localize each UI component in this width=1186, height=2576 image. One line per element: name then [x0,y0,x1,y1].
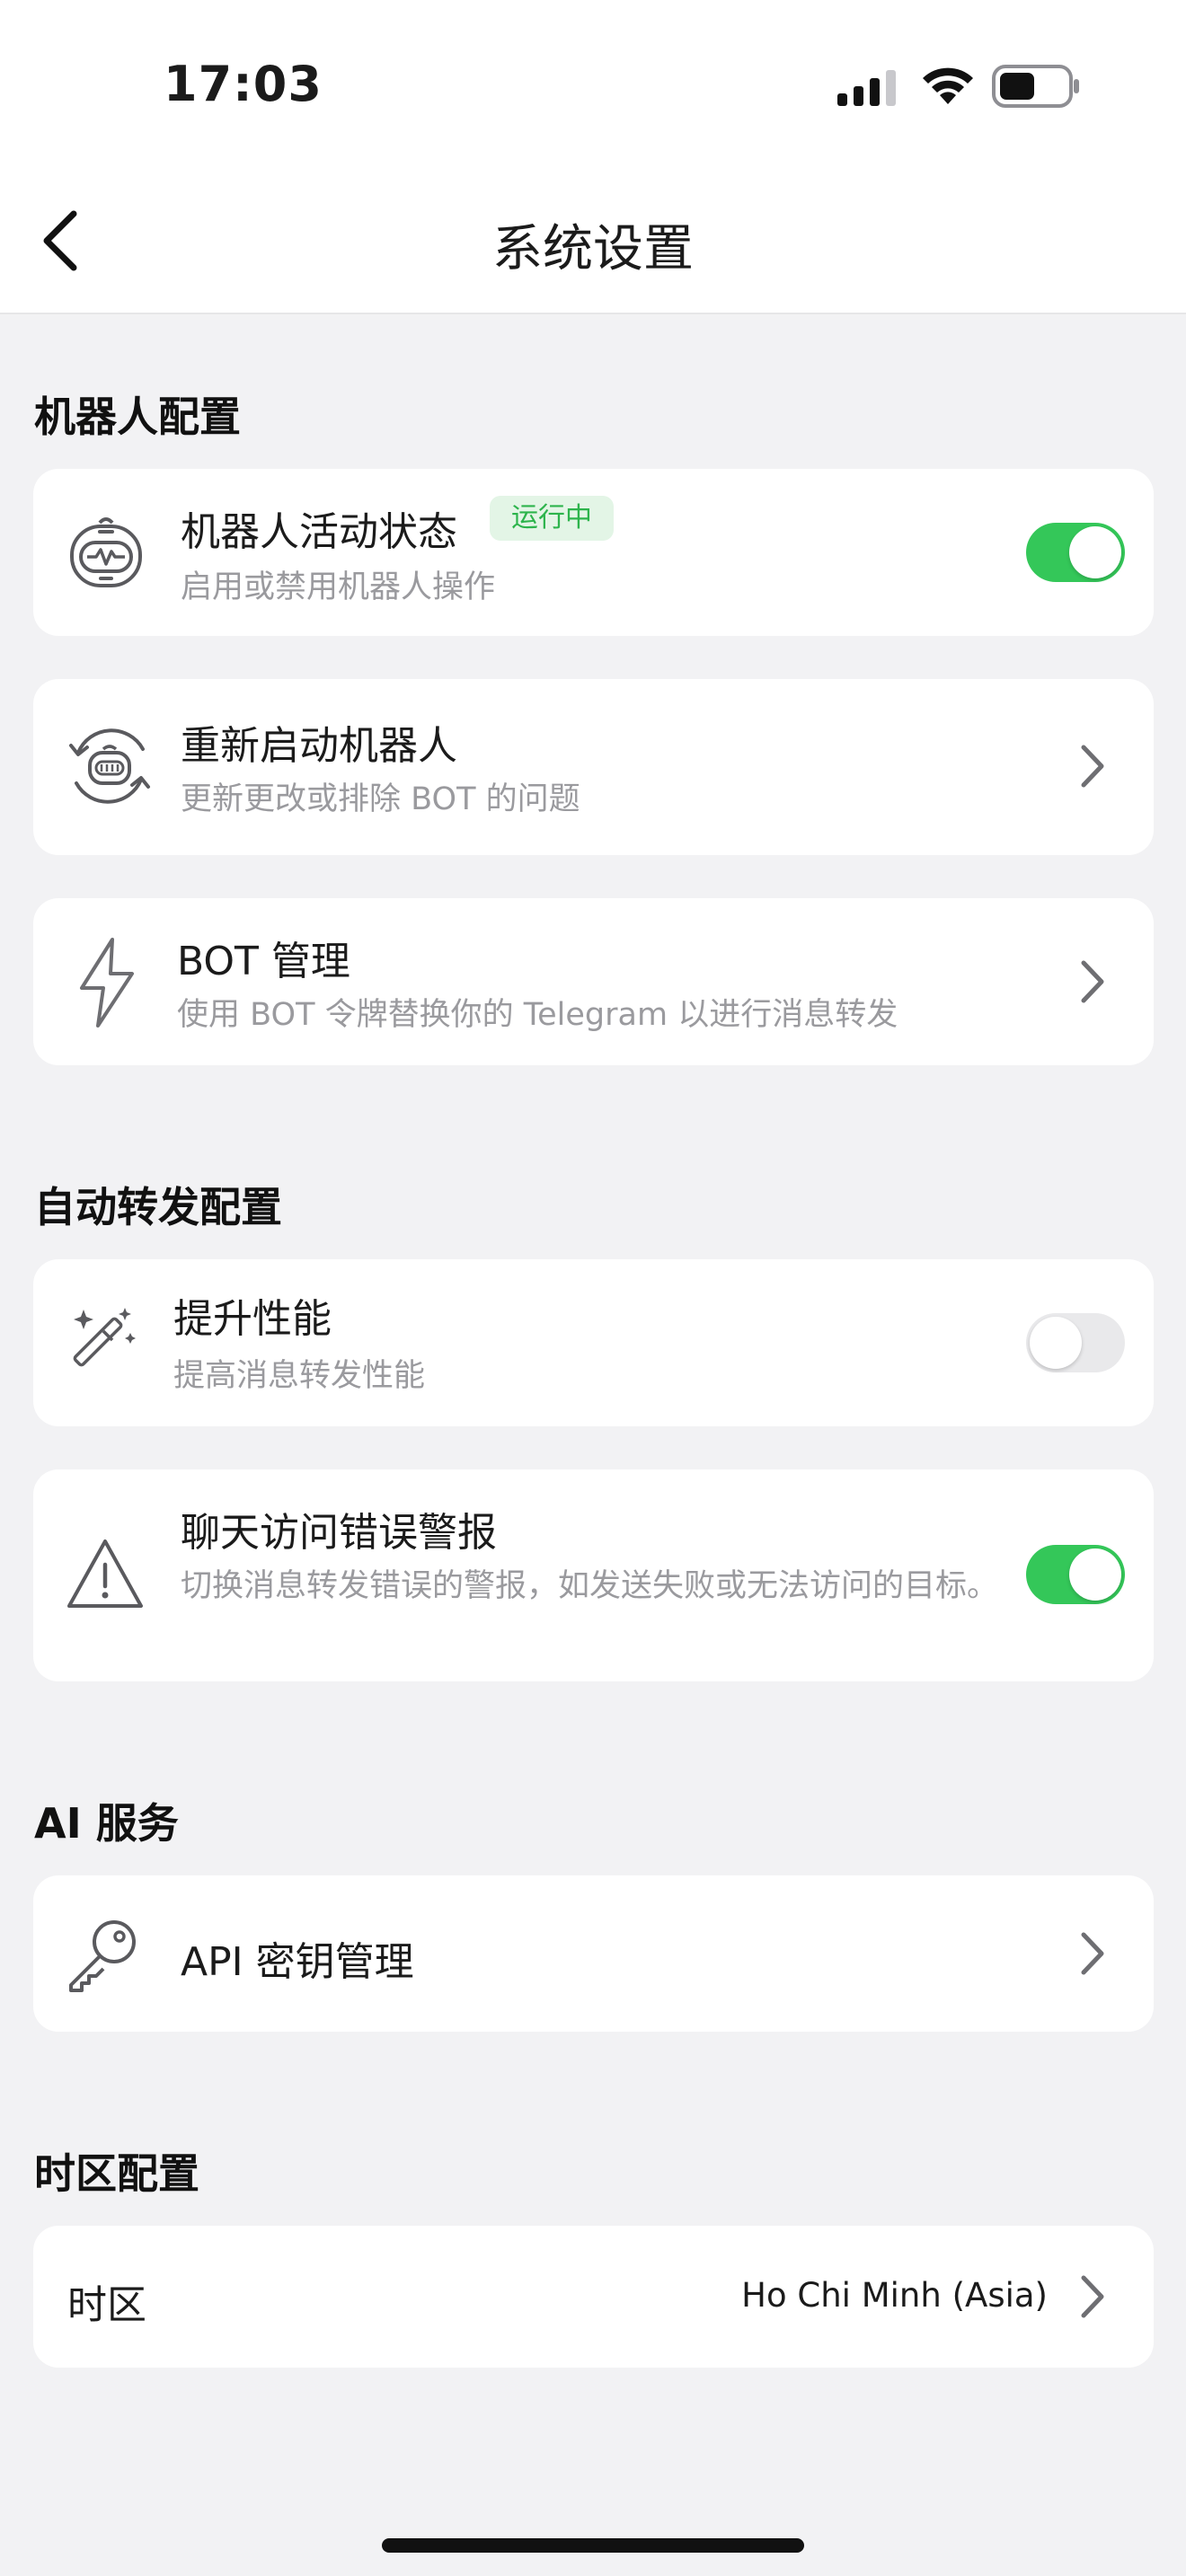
battery-icon [992,65,1079,108]
chevron-right-icon [1081,960,1104,1003]
performance-toggle[interactable] [1026,1313,1125,1372]
section-title-timezone: 时区配置 [34,2149,199,2198]
alert-card: 聊天访问错误警报 切换消息转发错误的警报，如发送失败或无法访问的目标。 [33,1469,1154,1681]
lightning-icon [80,938,134,1028]
settings-page: 17:03 系统设置 机器人配置 机器人活动状态 运行中 启用或禁用机器人操作 … [0,0,1186,2576]
home-indicator[interactable] [382,2538,804,2553]
section-title-ai: AI 服务 [34,1799,179,1848]
chevron-right-icon [1081,1932,1104,1975]
status-time: 17:03 [164,56,323,112]
bot-manage-subtitle: 使用 BOT 令牌替换你的 Telegram 以进行消息转发 [177,997,898,1033]
performance-title: 提升性能 [173,1296,332,1342]
chevron-right-icon [1081,2275,1104,2318]
alert-title: 聊天访问错误警报 [181,1510,497,1556]
cellular-signal-icon [837,70,896,106]
robot-activity-title: 机器人活动状态 [181,509,457,555]
bot-manage-card[interactable]: BOT 管理 使用 BOT 令牌替换你的 Telegram 以进行消息转发 [33,898,1154,1065]
restart-robot-icon [69,728,150,804]
robot-activity-card: 机器人活动状态 运行中 启用或禁用机器人操作 [33,469,1154,636]
api-key-card[interactable]: API 密钥管理 [33,1875,1154,2032]
timezone-card[interactable]: 时区 Ho Chi Minh (Asia) [33,2226,1154,2368]
api-key-title: API 密钥管理 [181,1939,414,1985]
warning-icon [67,1539,143,1608]
timezone-value: Ho Chi Minh (Asia) [741,2276,1048,2315]
page-title: 系统设置 [492,220,694,278]
toggle-knob [1069,1548,1121,1601]
restart-robot-card[interactable]: 重新启动机器人 更新更改或排除 BOT 的问题 [33,679,1154,855]
section-title-robot: 机器人配置 [34,393,241,441]
wifi-icon [923,67,973,104]
restart-robot-subtitle: 更新更改或排除 BOT 的问题 [181,781,580,817]
bot-manage-title: BOT 管理 [177,939,350,984]
alert-toggle[interactable] [1026,1545,1125,1604]
key-icon [69,1920,136,1992]
performance-card: 提升性能 提高消息转发性能 [33,1259,1154,1426]
header: 17:03 系统设置 [0,0,1186,314]
robot-activity-toggle[interactable] [1026,523,1125,582]
status-icons [837,63,1080,111]
robot-icon [70,517,142,587]
toggle-knob [1030,1317,1082,1369]
status-badge: 运行中 [490,496,614,541]
section-title-forward: 自动转发配置 [34,1183,282,1231]
robot-activity-subtitle: 启用或禁用机器人操作 [181,569,496,605]
alert-subtitle: 切换消息转发错误的警报，如发送失败或无法访问的目标。 [181,1568,999,1604]
restart-robot-title: 重新启动机器人 [181,723,457,769]
chevron-right-icon [1081,745,1104,788]
magic-wand-icon [73,1308,136,1367]
toggle-knob [1069,526,1121,578]
performance-subtitle: 提高消息转发性能 [173,1358,426,1394]
timezone-label: 时区 [67,2282,146,2328]
